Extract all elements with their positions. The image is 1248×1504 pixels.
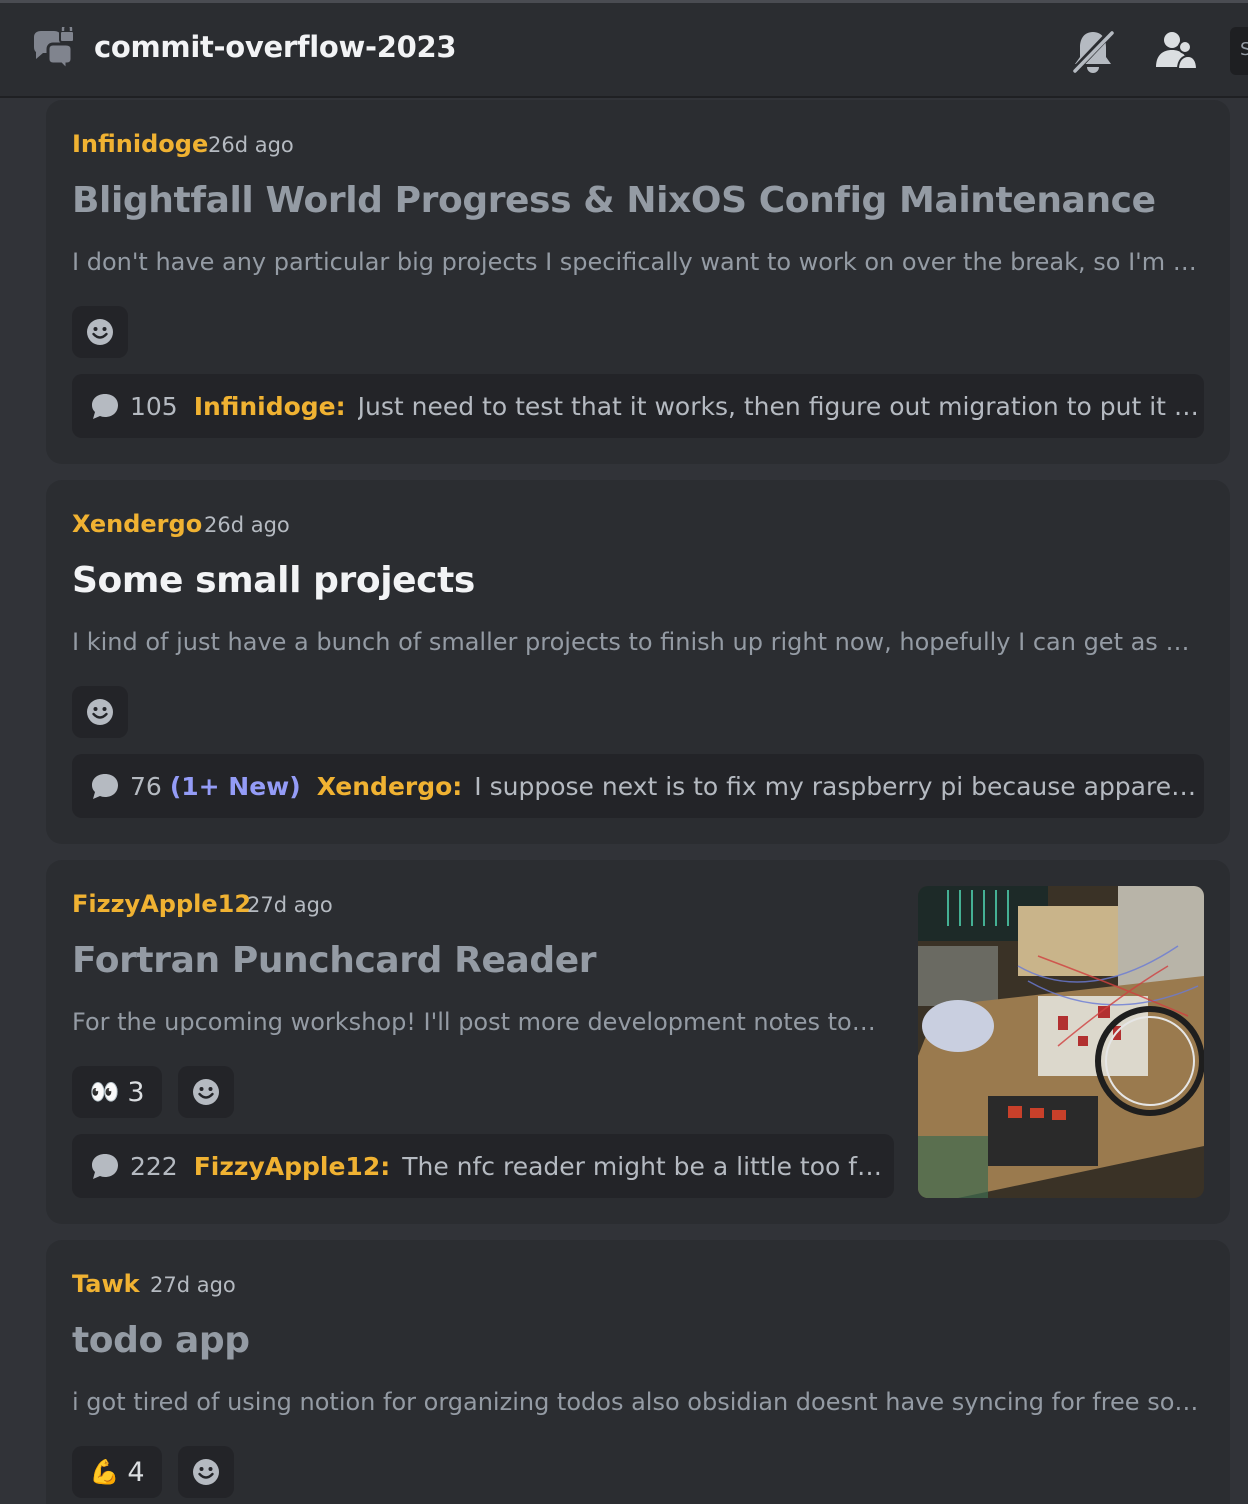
last-reply-bar[interactable]: 105 Infinidoge: Just need to test that i…: [72, 374, 1204, 438]
last-reply-author: Xendergo:: [316, 771, 463, 801]
post-preview: For the upcoming workshop! I'll post mor…: [72, 1008, 894, 1036]
last-reply-bar[interactable]: 76 (1+ New) Xendergo: I suppose next is …: [72, 754, 1204, 818]
post-timestamp: 26d ago: [204, 513, 290, 537]
reply-count: 222: [130, 1151, 178, 1181]
add-reaction-icon: [193, 1079, 219, 1105]
forum-post-card[interactable]: Xendergo 26d ago Some small projects I k…: [46, 480, 1230, 844]
post-timestamp: 27d ago: [150, 1273, 236, 1297]
search-hint: S: [1240, 39, 1248, 60]
post-author[interactable]: Infinidoge: [72, 130, 208, 158]
post-author[interactable]: Tawk: [72, 1270, 140, 1298]
last-reply-message: I suppose next is to fix my raspberry pi…: [474, 771, 1204, 801]
reply-count: 105: [130, 391, 178, 421]
post-thumbnail-image[interactable]: [918, 886, 1204, 1198]
last-reply-message: The nfc reader might be a little too far…: [402, 1151, 894, 1181]
new-replies-badge: (1+ New): [169, 771, 301, 801]
reply-count: 76: [130, 771, 162, 801]
add-reaction-button[interactable]: [72, 686, 128, 738]
reaction-emoji: 💪: [89, 1458, 120, 1486]
forum-post-card[interactable]: Tawk 27d ago todo app i got tired of usi…: [46, 1240, 1230, 1504]
post-author[interactable]: FizzyApple12: [72, 890, 251, 918]
post-timestamp: 27d ago: [247, 893, 333, 917]
reply-bubble-icon: [92, 774, 118, 799]
add-reaction-button[interactable]: [178, 1446, 234, 1498]
post-preview: i got tired of using notion for organizi…: [72, 1388, 1206, 1416]
search-input[interactable]: S: [1230, 27, 1248, 75]
add-reaction-icon: [193, 1459, 219, 1485]
forum-post-list: Infinidoge 26d ago Blightfall World Prog…: [0, 98, 1248, 1504]
bell-muted-icon[interactable]: [1068, 27, 1118, 77]
reaction-emoji: 👀: [89, 1078, 120, 1106]
reaction-count: 4: [127, 1456, 145, 1488]
last-reply-author: Infinidoge:: [193, 391, 346, 421]
add-reaction-button[interactable]: [178, 1066, 234, 1118]
last-reply-message: Just need to test that it works, then fi…: [357, 391, 1204, 421]
reaction-chip[interactable]: 💪 4: [72, 1446, 162, 1498]
post-timestamp: 26d ago: [208, 133, 294, 157]
forum-post-card[interactable]: FizzyApple12 27d ago Fortran Punchcard R…: [46, 860, 1230, 1224]
post-title[interactable]: Blightfall World Progress & NixOS Config…: [72, 180, 1156, 221]
add-reaction-icon: [87, 319, 113, 345]
post-title[interactable]: todo app: [72, 1320, 250, 1361]
last-reply-author: FizzyApple12:: [193, 1151, 391, 1181]
post-title[interactable]: Some small projects: [72, 560, 475, 601]
add-reaction-button[interactable]: [72, 306, 128, 358]
reaction-chip[interactable]: 👀 3: [72, 1066, 162, 1118]
post-author[interactable]: Xendergo: [72, 510, 202, 538]
channel-header: commit-overflow-2023 S: [0, 0, 1248, 98]
last-reply-bar[interactable]: 222 FizzyApple12: The nfc reader might b…: [72, 1134, 894, 1198]
post-title[interactable]: Fortran Punchcard Reader: [72, 940, 597, 981]
forum-post-card[interactable]: Infinidoge 26d ago Blightfall World Prog…: [46, 100, 1230, 464]
channel-name: commit-overflow-2023: [94, 30, 457, 64]
post-preview: I don't have any particular big projects…: [72, 248, 1202, 276]
reply-bubble-icon: [92, 1154, 118, 1179]
post-preview: I kind of just have a bunch of smaller p…: [72, 628, 1206, 656]
reply-bubble-icon: [92, 394, 118, 419]
forum-channel-icon: [34, 27, 75, 73]
members-icon[interactable]: [1150, 27, 1198, 75]
reaction-count: 3: [127, 1076, 145, 1108]
add-reaction-icon: [87, 699, 113, 725]
